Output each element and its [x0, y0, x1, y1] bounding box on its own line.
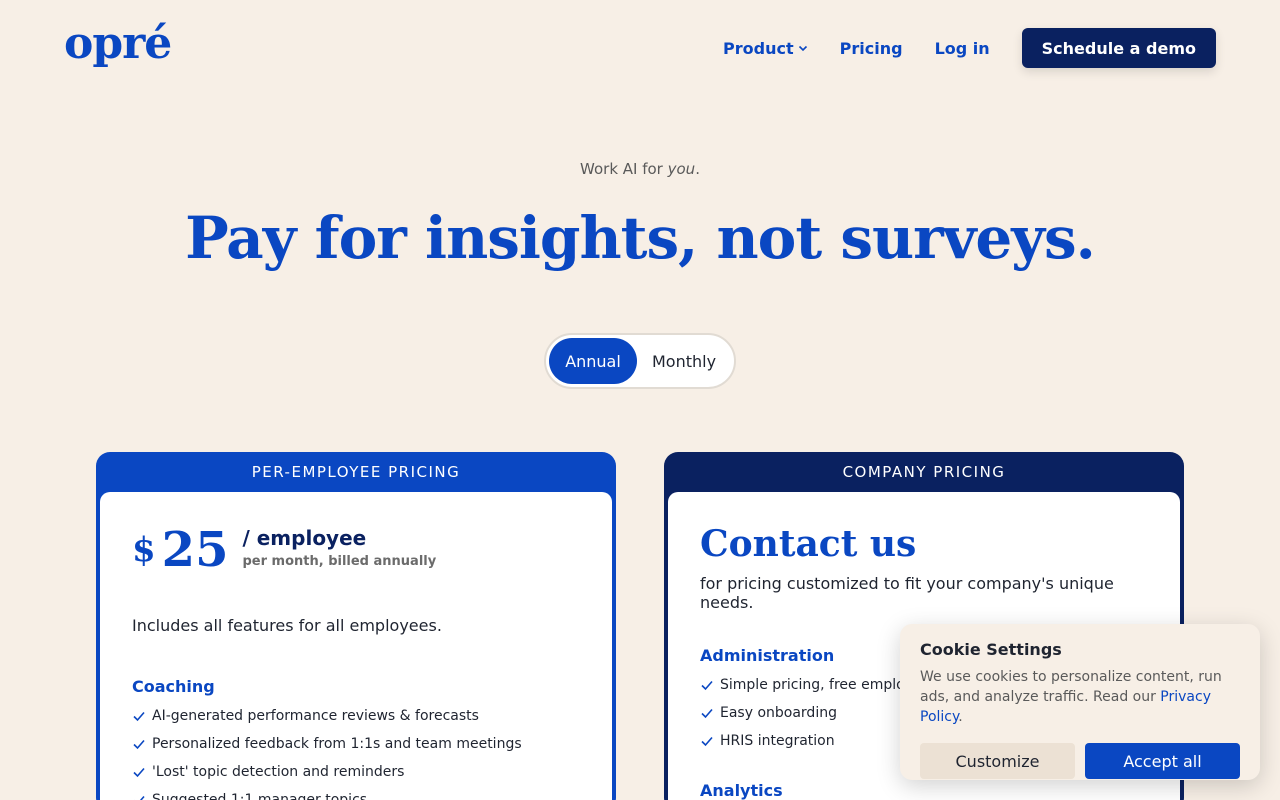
check-icon [134, 795, 145, 800]
feature-label: Simple pricing, free employ [720, 677, 913, 693]
contact-title: Contact us [700, 523, 917, 565]
feature-label: Personalized feedback from 1:1s and team… [152, 736, 522, 752]
check-icon [701, 736, 713, 747]
billing-note: per month, billed annually [242, 554, 437, 569]
card-header: PER-EMPLOYEE PRICING [251, 463, 461, 481]
toggle-monthly[interactable]: Monthly [637, 338, 731, 384]
check-icon [133, 767, 145, 778]
per-employee-card: PER-EMPLOYEE PRICING $ 25 / employee per… [96, 452, 616, 800]
price-currency: $ [132, 530, 156, 570]
page-title: Pay for insights, not surveys. [185, 204, 1096, 272]
cookie-text: We use cookies to personalize content, r… [920, 667, 1240, 727]
nav-pricing[interactable]: Pricing [840, 39, 903, 58]
toggle-annual[interactable]: Annual [549, 338, 637, 384]
check-icon [701, 680, 713, 691]
cookie-buttons: Customize Accept all [920, 743, 1240, 779]
accept-all-button[interactable]: Accept all [1085, 743, 1240, 779]
contact-subtitle: for pricing customized to fit your compa… [700, 574, 1114, 612]
billing-toggle[interactable]: Annual Monthly [544, 333, 736, 389]
cookie-text-end: . [958, 709, 963, 725]
price: $ 25 [132, 520, 228, 580]
cookie-title: Cookie Settings [920, 640, 1062, 659]
card-body: $ 25 / employee per month, billed annual… [100, 492, 612, 800]
eyebrow-pre: Work AI for [580, 160, 668, 178]
logo[interactable]: opré [64, 18, 172, 70]
eyebrow-em: you [667, 160, 696, 178]
eyebrow-post: . [695, 160, 700, 178]
list-item: Personalized feedback from 1:1s and team… [132, 730, 580, 758]
check-icon [701, 708, 713, 719]
feature-label: AI-generated performance reviews & forec… [152, 708, 479, 724]
feature-label: HRIS integration [720, 733, 835, 749]
hero-eyebrow: Work AI for you. [0, 160, 1280, 178]
feature-label: Easy onboarding [720, 705, 837, 721]
list-item: Suggested 1:1 manager topics [132, 786, 580, 800]
list-item: 'Lost' topic detection and reminders [132, 758, 580, 786]
section-analytics: Analytics [700, 781, 783, 800]
price-unit: / employee [242, 526, 367, 550]
top-nav: opré Product Pricing Log in Schedule a d… [0, 0, 1280, 96]
coaching-feature-list: AI-generated performance reviews & forec… [132, 702, 580, 800]
includes-text: Includes all features for all employees. [132, 616, 442, 635]
schedule-demo-button[interactable]: Schedule a demo [1021, 28, 1216, 68]
customize-button[interactable]: Customize [920, 743, 1075, 779]
chevron-down-icon [798, 45, 807, 52]
price-meta: / employee per month, billed annually [242, 526, 436, 569]
price-amount: 25 [161, 522, 229, 578]
check-icon [133, 739, 145, 750]
feature-label: Suggested 1:1 manager topics [152, 792, 368, 800]
card-header: COMPANY PRICING [842, 463, 1006, 481]
section-coaching: Coaching [132, 677, 215, 696]
cookie-banner: Cookie Settings We use cookies to person… [900, 624, 1260, 780]
nav-product-label: Product [723, 38, 794, 58]
price-row: $ 25 / employee per month, billed annual… [132, 520, 580, 580]
nav-links: Product Pricing Log in Schedule a demo [723, 28, 1216, 68]
feature-label: 'Lost' topic detection and reminders [152, 764, 405, 780]
nav-product[interactable]: Product [723, 39, 808, 58]
check-icon [133, 711, 145, 722]
list-item: AI-generated performance reviews & forec… [132, 702, 580, 730]
nav-login[interactable]: Log in [935, 39, 990, 58]
